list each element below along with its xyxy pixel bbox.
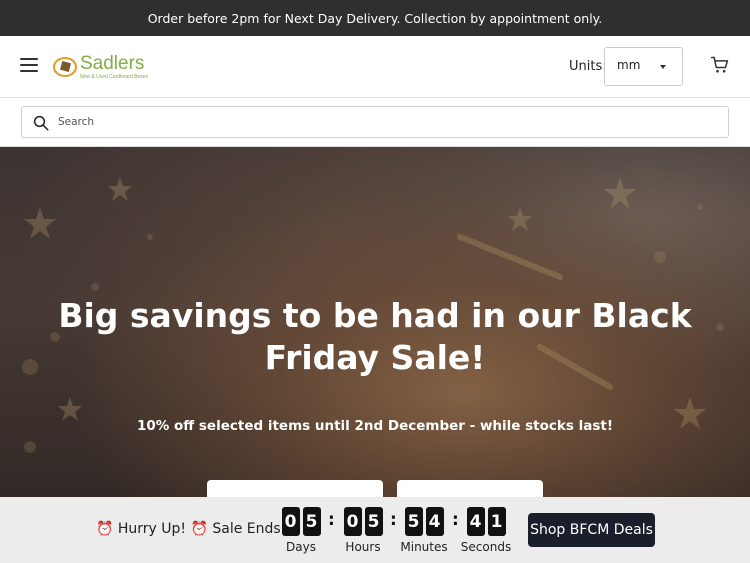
hero-button-secondary[interactable] <box>397 480 543 497</box>
countdown-bar: ⏰ Hurry Up! ⏰ Sale Ends in 0 5 Days : 0 … <box>0 497 750 563</box>
countdown-label: Seconds <box>460 540 512 554</box>
countdown-label: Hours <box>345 540 381 554</box>
countdown-digit: 0 <box>343 507 362 536</box>
announcement-bar: Order before 2pm for Next Day Delivery. … <box>0 0 750 36</box>
search-icon <box>33 115 49 131</box>
countdown-digit: 5 <box>302 507 321 536</box>
units-label: Units: <box>569 59 607 74</box>
search-box[interactable] <box>21 106 729 138</box>
countdown-message: ⏰ Hurry Up! ⏰ Sale Ends in <box>96 521 298 537</box>
logo-name: Sadlers <box>80 53 145 74</box>
hero-title: Big savings to be had in our Black Frida… <box>58 296 692 377</box>
cart-icon[interactable] <box>710 55 730 75</box>
countdown-digit: 1 <box>487 507 506 536</box>
countdown-label: Days <box>286 540 316 554</box>
announcement-text: Order before 2pm for Next Day Delivery. … <box>147 10 603 26</box>
countdown-seconds: 4 1 Seconds <box>460 507 512 554</box>
search-input[interactable] <box>58 107 718 137</box>
hero-subtitle: 10% off selected items until 2nd Decembe… <box>136 418 614 434</box>
box-logo-icon <box>53 57 77 77</box>
countdown-label: Minutes <box>400 540 448 554</box>
countdown-digit: 4 <box>425 507 444 536</box>
shop-bfcm-deals-button[interactable]: Shop BFCM Deals <box>528 513 655 547</box>
site-header: Sadlers New & Used Cardboard Boxes Units… <box>0 36 750 98</box>
countdown-digit: 0 <box>281 507 300 536</box>
units-select[interactable]: mm <box>604 47 683 86</box>
countdown-digit: 5 <box>364 507 383 536</box>
countdown-separator: : <box>328 510 335 530</box>
countdown-separator: : <box>452 510 459 530</box>
search-bar <box>0 98 750 147</box>
caret-down-icon <box>660 65 666 69</box>
countdown-hours: 0 5 Hours <box>340 507 386 554</box>
hero-button-primary[interactable] <box>207 480 383 497</box>
countdown-separator: : <box>390 510 397 530</box>
countdown-days: 0 5 Days <box>278 507 324 554</box>
countdown-digit: 4 <box>466 507 485 536</box>
site-logo[interactable]: Sadlers New & Used Cardboard Boxes <box>53 54 148 80</box>
countdown-minutes: 5 4 Minutes <box>398 507 450 554</box>
hero-banner: Big savings to be had in our Black Frida… <box>0 147 750 497</box>
countdown-digit: 5 <box>404 507 423 536</box>
units-value: mm <box>617 58 641 72</box>
logo-tagline: New & Used Cardboard Boxes <box>80 74 149 80</box>
hamburger-menu-icon[interactable] <box>20 58 38 74</box>
